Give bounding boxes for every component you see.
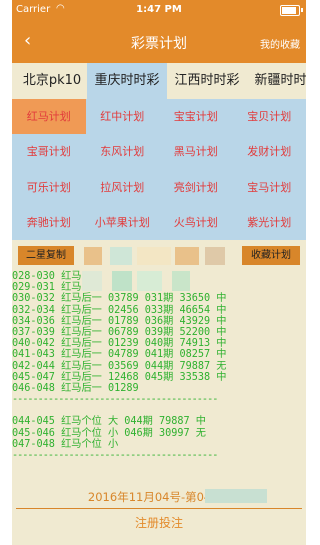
result-row: 030-032 红马后一 03789 031期 33650 中 <box>12 293 227 305</box>
plan-item[interactable]: 火鸟计划 <box>159 205 233 240</box>
results-list: 028-030 红马 029-031 红马 030-032 红马后一 03789… <box>12 271 306 481</box>
blurred-region <box>205 489 267 503</box>
result-row: 045-047 红马后一 12468 045期 33538 中 <box>12 371 227 383</box>
plan-item[interactable]: 黑马计划 <box>159 134 233 169</box>
plan-item[interactable]: 奔驰计划 <box>12 205 86 240</box>
result-row: 041-043 红马后一 04789 041期 08257 中 <box>12 349 227 361</box>
register-button[interactable]: 注册投注 <box>12 514 306 531</box>
blurred-region <box>84 247 102 265</box>
plan-item[interactable]: 宝宝计划 <box>159 99 233 134</box>
blurred-region <box>110 247 132 265</box>
blurred-region <box>175 247 199 265</box>
plan-item[interactable]: 东风计划 <box>86 134 160 169</box>
plan-item[interactable]: 小苹果计划 <box>86 205 160 240</box>
result-row: 044-045 红马个位 大 044期 79887 中 <box>12 416 206 428</box>
copy-button[interactable]: 二星复制 <box>18 246 74 265</box>
favorites-button[interactable]: 我的收藏 <box>260 36 300 51</box>
plan-item[interactable]: 发财计划 <box>233 134 307 169</box>
result-row: 028-030 红马 <box>12 271 82 282</box>
phone-screen: Carrier ◠ 1:47 PM ‹ 彩票计划 我的收藏 北京pk10 重庆时… <box>12 0 306 545</box>
lottery-tabs: 北京pk10 重庆时时彩 江西时时彩 新疆时时彩 <box>12 63 306 99</box>
tab-chongqing[interactable]: 重庆时时彩 <box>87 63 167 99</box>
result-row: 046-048 红马后一 01289 <box>12 382 139 394</box>
plan-item[interactable]: 紫光计划 <box>233 205 307 240</box>
plan-item[interactable]: 宝马计划 <box>233 170 307 205</box>
plan-grid: 红马计划 红中计划 宝宝计划 宝贝计划 宝哥计划 东风计划 黑马计划 发财计划 … <box>12 99 306 240</box>
plan-item[interactable]: 可乐计划 <box>12 170 86 205</box>
status-bar: Carrier ◠ 1:47 PM <box>12 0 306 20</box>
result-row: 034-036 红马后一 01789 036期 43929 中 <box>12 315 227 327</box>
result-row <box>12 405 306 416</box>
toolbar: 二星复制 收藏计划 <box>12 240 306 270</box>
plan-item[interactable]: 红马计划 <box>12 99 86 135</box>
plan-item[interactable]: 拉风计划 <box>86 170 160 205</box>
result-row: 042-044 红马后一 03569 044期 79887 无 <box>12 360 227 372</box>
tab-jiangxi[interactable]: 江西时时彩 <box>167 63 247 99</box>
plan-item[interactable]: 宝贝计划 <box>233 99 307 134</box>
battery-icon <box>280 5 300 16</box>
result-row: 032-034 红马后一 02456 033期 46654 中 <box>12 304 227 316</box>
status-time: 1:47 PM <box>136 4 182 15</box>
save-plan-button[interactable]: 收藏计划 <box>242 246 300 265</box>
tab-bjpk10[interactable]: 北京pk10 <box>12 63 92 99</box>
divider: ---------------------------------------- <box>12 394 218 406</box>
footer-divider <box>16 508 302 509</box>
plan-item[interactable]: 亮剑计划 <box>159 170 233 205</box>
blurred-region <box>137 247 171 265</box>
divider: ---------------------------------------- <box>12 450 218 461</box>
result-row: 047-048 红马个位 小 <box>12 438 119 450</box>
result-row: 037-039 红马后一 06789 039期 52200 中 <box>12 326 227 338</box>
result-row: 029-031 红马 <box>12 282 82 294</box>
navigation-bar: ‹ 彩票计划 我的收藏 <box>12 20 306 63</box>
battery-tip-icon <box>301 8 303 12</box>
plan-item[interactable]: 宝哥计划 <box>12 134 86 169</box>
plan-item[interactable]: 红中计划 <box>86 99 160 134</box>
blurred-region <box>205 247 225 265</box>
tab-xinjiang[interactable]: 新疆时时彩 <box>247 63 306 99</box>
result-row: 040-042 红马后一 01239 040期 74913 中 <box>12 338 227 350</box>
result-row: 045-046 红马个位 小 046期 30997 无 <box>12 427 206 439</box>
